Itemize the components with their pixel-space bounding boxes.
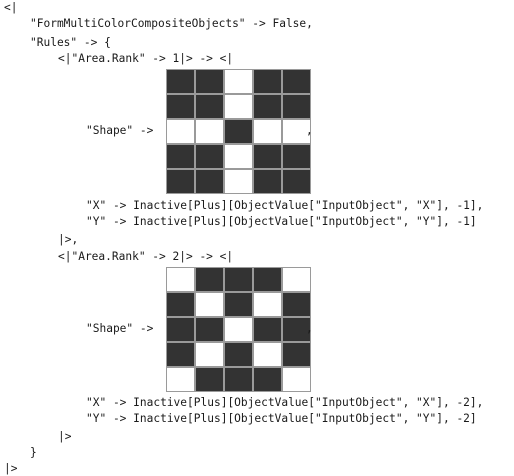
- rule-1-shape-comma: ,: [306, 124, 313, 137]
- grid-cell: [283, 368, 310, 391]
- code-cell: { "code": { "open_assoc": "<|", "form_li…: [0, 0, 514, 476]
- grid-cell: [196, 145, 223, 168]
- grid-cell: [283, 268, 310, 291]
- rule-2-shape-label: "Shape" ->: [86, 322, 154, 335]
- grid-cell: [283, 293, 310, 316]
- rule-2-shape-comma: ,: [306, 322, 313, 335]
- grid-cell: [225, 343, 252, 366]
- grid-cell: [225, 95, 252, 118]
- grid-cell: [254, 318, 281, 341]
- grid-cell: [283, 343, 310, 366]
- grid-cell: [225, 268, 252, 291]
- grid-cell: [283, 70, 310, 93]
- grid-cell: [196, 268, 223, 291]
- rule-2-x-line: "X" -> Inactive[Plus][ObjectValue["Input…: [86, 396, 484, 409]
- grid-cell: [254, 268, 281, 291]
- grid-cell: [225, 145, 252, 168]
- grid-cell: [196, 343, 223, 366]
- grid-cell: [167, 170, 194, 193]
- rule-1-close: |>,: [58, 233, 79, 246]
- form-multicolor-line: "FormMultiColorCompositeObjects" -> Fals…: [30, 17, 313, 30]
- assoc-open: <|: [4, 1, 18, 14]
- grid-cell: [254, 170, 281, 193]
- rule-2-shape-grid: [166, 267, 311, 392]
- grid-cell: [225, 318, 252, 341]
- grid-cell: [196, 120, 223, 143]
- grid-cell: [283, 170, 310, 193]
- grid-cell: [225, 170, 252, 193]
- grid-cell: [167, 145, 194, 168]
- rules-line: "Rules" -> {: [30, 36, 111, 49]
- grid-cell: [196, 318, 223, 341]
- grid-cell: [254, 120, 281, 143]
- grid-cell: [167, 293, 194, 316]
- grid-cell: [225, 120, 252, 143]
- rule-2-y-line: "Y" -> Inactive[Plus][ObjectValue["Input…: [86, 412, 477, 425]
- grid-cell: [167, 70, 194, 93]
- grid-cell: [167, 120, 194, 143]
- grid-cell: [254, 343, 281, 366]
- assoc-close: |>: [4, 462, 18, 475]
- grid-cell: [225, 70, 252, 93]
- grid-cell: [283, 95, 310, 118]
- grid-cell: [196, 170, 223, 193]
- grid-cell: [254, 293, 281, 316]
- grid-cell: [196, 70, 223, 93]
- grid-cell: [254, 70, 281, 93]
- grid-cell: [225, 368, 252, 391]
- grid-cell: [196, 293, 223, 316]
- grid-cell: [254, 368, 281, 391]
- grid-cell: [167, 318, 194, 341]
- rule-1-x-line: "X" -> Inactive[Plus][ObjectValue["Input…: [86, 199, 484, 212]
- grid-cell: [167, 268, 194, 291]
- rule-1-header: <|"Area.Rank" -> 1|> -> <|: [58, 52, 234, 65]
- grid-cell: [196, 95, 223, 118]
- grid-cell: [196, 368, 223, 391]
- rule-1-shape-label: "Shape" ->: [86, 124, 154, 137]
- rule-1-y-line: "Y" -> Inactive[Plus][ObjectValue["Input…: [86, 215, 477, 228]
- rule-2-header: <|"Area.Rank" -> 2|> -> <|: [58, 250, 234, 263]
- rule-2-close: |>: [58, 430, 72, 443]
- grid-cell: [225, 293, 252, 316]
- grid-cell: [167, 343, 194, 366]
- grid-cell: [254, 145, 281, 168]
- grid-cell: [167, 368, 194, 391]
- rules-close: }: [30, 446, 37, 459]
- grid-cell: [167, 95, 194, 118]
- grid-cell: [283, 145, 310, 168]
- grid-cell: [254, 95, 281, 118]
- rule-1-shape-grid: [166, 69, 311, 194]
